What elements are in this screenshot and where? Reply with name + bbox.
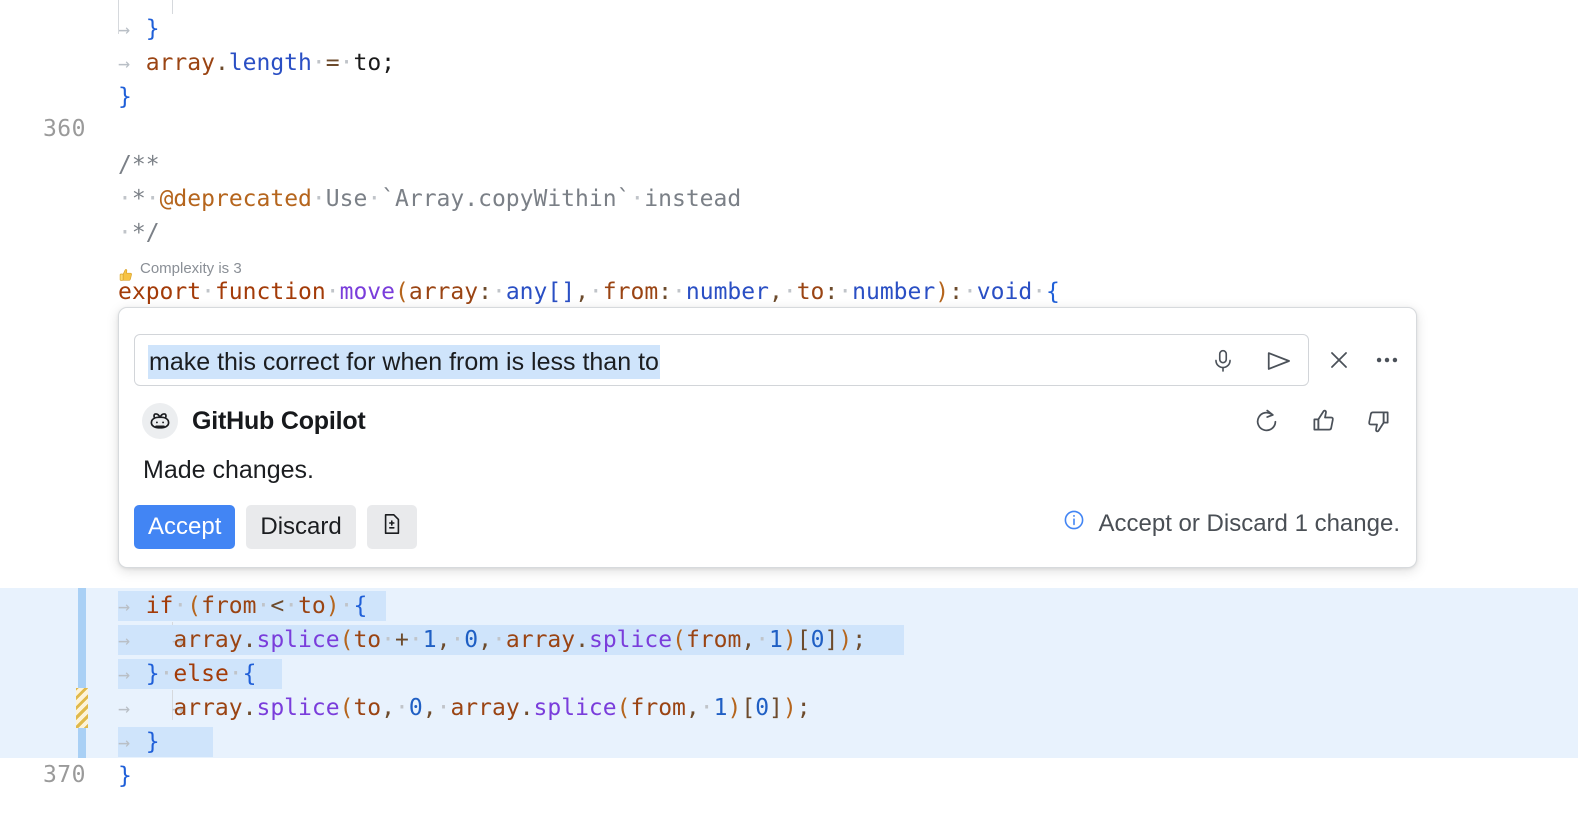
diff-file-icon	[380, 512, 404, 543]
chat-input-row[interactable]: make this correct for when from is less …	[134, 334, 1309, 386]
chat-input-icons	[1208, 335, 1294, 387]
code-line-text: }	[118, 759, 132, 793]
code-line-text: }	[118, 725, 160, 759]
code-line-text: }	[118, 80, 132, 114]
close-icon[interactable]	[1324, 345, 1354, 375]
line-number: 360	[0, 112, 86, 146]
chat-input-value[interactable]: make this correct for when from is less …	[148, 345, 660, 379]
chat-status-text: Accept or Discard 1 change.	[1099, 510, 1401, 538]
thumbs-down-icon[interactable]	[1364, 406, 1394, 436]
code-line-text: /**	[118, 148, 160, 182]
thumbs-up-icon[interactable]	[1308, 406, 1338, 436]
code-line: ·*·@deprecated·Use·`Array.copyWithin`·in…	[0, 182, 1578, 216]
code-line: → array.length·=·to;	[0, 46, 1578, 80]
chat-author-name: GitHub Copilot	[192, 407, 366, 436]
chat-feedback-icons	[1252, 403, 1394, 439]
code-line: →→ array.splice(to,·0,·array.splice(from…	[0, 691, 1578, 725]
code-line: → }	[0, 725, 1578, 759]
editor-window: → }→ array.length·=·to;}/**·*·@deprecate…	[0, 0, 1578, 822]
code-line	[0, 114, 1578, 148]
code-line: ·*/	[0, 216, 1578, 250]
code-line-text: }·else·{	[118, 657, 257, 691]
code-line-text: array.length·=·to;	[118, 46, 395, 80]
code-line-text: }	[118, 12, 160, 46]
chat-author-row: GitHub Copilot	[142, 403, 366, 439]
indent-guide	[118, 0, 119, 34]
code-line-text: if·(from·<·to)·{	[118, 589, 367, 623]
chat-response-message: Made changes.	[143, 456, 314, 485]
code-line: }	[0, 80, 1578, 114]
toggle-diff-button[interactable]	[367, 505, 417, 549]
codelens-complexity[interactable]: Complexity is 3	[118, 252, 242, 286]
code-line-text: ·*/	[118, 216, 160, 250]
code-line-text: ·*·@deprecated·Use·`Array.copyWithin`·in…	[118, 182, 741, 216]
regenerate-icon[interactable]	[1252, 406, 1282, 436]
code-line-text: array.splice(to·+·1,·0,·array.splice(fro…	[118, 623, 866, 657]
chat-action-buttons: Accept Discard	[134, 505, 417, 549]
chat-widget-window-icons	[1324, 334, 1402, 386]
code-line: → if·(from·<·to)·{	[0, 589, 1578, 623]
copilot-icon	[142, 403, 178, 439]
indent-guide	[172, 0, 173, 14]
accept-button[interactable]: Accept	[134, 505, 235, 549]
copilot-inline-chat-widget: make this correct for when from is less …	[118, 307, 1417, 568]
chat-status-row: Accept or Discard 1 change.	[1062, 508, 1401, 539]
code-line: /**	[0, 148, 1578, 182]
info-icon	[1062, 508, 1086, 539]
discard-button[interactable]: Discard	[246, 505, 355, 549]
code-line-text: export·function·move(array:·any[],·from:…	[118, 275, 1060, 309]
more-actions-icon[interactable]	[1372, 345, 1402, 375]
code-line: → }·else·{	[0, 657, 1578, 691]
code-line: →→ array.splice(to·+·1,·0,·array.splice(…	[0, 623, 1578, 657]
send-icon[interactable]	[1264, 346, 1294, 376]
code-line-text: array.splice(to,·0,·array.splice(from,·1…	[118, 691, 811, 725]
code-line: → }	[0, 12, 1578, 46]
microphone-icon[interactable]	[1208, 346, 1238, 376]
codelens-label: Complexity is 3	[140, 252, 242, 286]
thumbs-up-emoji-icon	[118, 262, 134, 278]
code-line: }	[0, 759, 1578, 793]
